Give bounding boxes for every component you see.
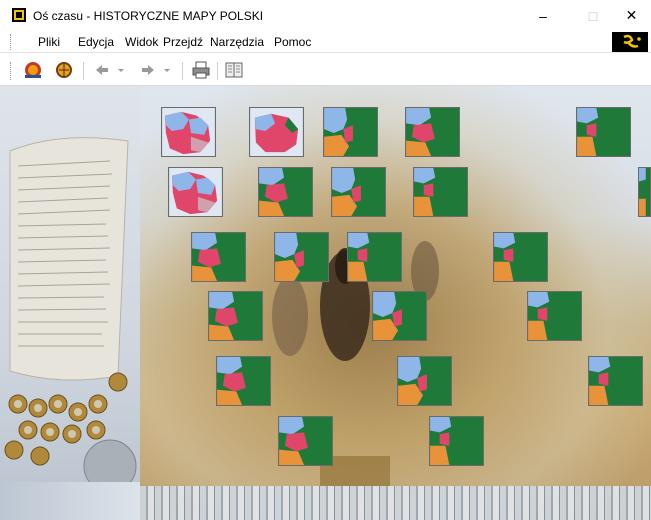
minimize-button[interactable]: – bbox=[520, 0, 566, 31]
toolbar-separator bbox=[217, 62, 218, 80]
parchment-scroll-image bbox=[0, 86, 140, 520]
window-title: Oś czasu - HISTORYCZNE MAPY POLSKI bbox=[33, 9, 264, 23]
map-tile[interactable] bbox=[161, 107, 216, 157]
map-tile[interactable] bbox=[372, 291, 427, 341]
back-dropdown-icon[interactable] bbox=[115, 60, 127, 80]
menu-bar: Pliki Edycja Widok Przejdź Narzędzia Pom… bbox=[0, 31, 651, 53]
toolbar-separator bbox=[83, 62, 84, 80]
map-tile[interactable] bbox=[576, 107, 631, 157]
parchment-scroll-illustration bbox=[4, 137, 137, 493]
print-icon[interactable] bbox=[191, 60, 211, 80]
map-tile[interactable] bbox=[274, 232, 329, 282]
book-icon[interactable] bbox=[224, 60, 244, 80]
menu-edycja[interactable]: Edycja bbox=[78, 35, 114, 49]
map-tile[interactable] bbox=[208, 291, 263, 341]
map-tile[interactable] bbox=[429, 416, 484, 466]
map-tile[interactable] bbox=[588, 356, 643, 406]
toolbar-separator bbox=[182, 62, 183, 80]
menu-przejdz[interactable]: Przejdź bbox=[163, 35, 203, 49]
gold-globe-icon[interactable] bbox=[54, 60, 74, 80]
toolbar bbox=[0, 54, 651, 86]
timeline-area bbox=[0, 86, 651, 520]
map-tile[interactable] bbox=[216, 356, 271, 406]
map-tile[interactable] bbox=[323, 107, 378, 157]
title-bar: Oś czasu - HISTORYCZNE MAPY POLSKI – □ ✕ bbox=[0, 0, 651, 31]
back-arrow-icon[interactable] bbox=[92, 60, 112, 80]
close-button[interactable]: ✕ bbox=[612, 0, 651, 31]
map-tile[interactable] bbox=[278, 416, 333, 466]
map-tile[interactable] bbox=[413, 167, 468, 217]
maximize-button[interactable]: □ bbox=[570, 0, 616, 31]
map-tile[interactable] bbox=[191, 232, 246, 282]
app-icon bbox=[12, 8, 26, 22]
map-tile[interactable] bbox=[405, 107, 460, 157]
map-tile[interactable] bbox=[347, 232, 402, 282]
forward-arrow-icon[interactable] bbox=[138, 60, 158, 80]
map-tile[interactable] bbox=[493, 232, 548, 282]
menu-pliki[interactable]: Pliki bbox=[38, 35, 60, 49]
forward-dropdown-icon[interactable] bbox=[161, 60, 173, 80]
map-tile[interactable] bbox=[331, 167, 386, 217]
map-tile[interactable] bbox=[397, 356, 452, 406]
bottom-film-strip bbox=[140, 486, 651, 520]
map-tile[interactable] bbox=[638, 167, 651, 217]
app-logo-icon bbox=[612, 32, 648, 52]
menu-widok[interactable]: Widok bbox=[125, 35, 158, 49]
bottom-decoration bbox=[0, 482, 140, 520]
globe-icon[interactable] bbox=[23, 60, 43, 80]
menu-narzedzia[interactable]: Narzędzia bbox=[210, 35, 264, 49]
toolbar-grip[interactable] bbox=[10, 62, 12, 80]
map-tile[interactable] bbox=[258, 167, 313, 217]
menu-grip[interactable] bbox=[10, 34, 12, 50]
menu-pomoc[interactable]: Pomoc bbox=[274, 35, 311, 49]
map-tile[interactable] bbox=[168, 167, 223, 217]
map-tile[interactable] bbox=[249, 107, 304, 157]
map-tile[interactable] bbox=[527, 291, 582, 341]
